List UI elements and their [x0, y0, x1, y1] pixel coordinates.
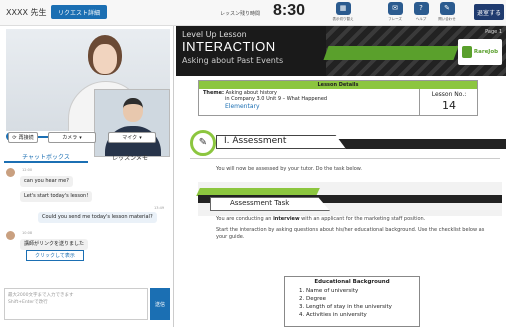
help-button[interactable]: ? ヘルプ — [408, 2, 434, 22]
chat-message: Let's start today's lesson! — [20, 191, 93, 202]
lesson-number: 14 — [442, 99, 456, 112]
phrase-icon: ✉ — [387, 2, 403, 15]
camera-label: カメラ — [62, 135, 78, 141]
lesson-details-header: Lesson Details — [199, 81, 477, 89]
contact-caption: 問い合わせ — [438, 17, 456, 21]
header-green-band — [323, 46, 459, 60]
chevron-down-icon: ▾ — [139, 134, 142, 141]
mic-button[interactable]: マイク ▾ — [108, 132, 156, 143]
self-video — [94, 89, 170, 157]
reconnect-icon: ⟳ — [12, 134, 17, 141]
chat-message: Could you send me today's lesson materia… — [38, 212, 157, 223]
assessment-heading: I. Assessment — [224, 136, 287, 146]
checklist-item: 2. Degree — [299, 296, 327, 302]
chat-message: 講師がリンクを送りました — [20, 239, 89, 250]
task-paragraph-2: Start the interaction by asking question… — [216, 227, 485, 240]
task-text: with an applicant for the marketing staf… — [299, 216, 426, 222]
tab-chatbox[interactable]: チャットボックス — [4, 151, 88, 163]
checklist-item: 1. Name of university — [299, 288, 359, 294]
chat-message: can you hear me? — [20, 176, 73, 187]
chat-input-placeholder-hint: Shift+Enterで改行 — [8, 300, 48, 305]
help-caption: ヘルプ — [415, 17, 427, 21]
avatar — [6, 231, 15, 240]
pencil-icon: ✎ — [190, 130, 216, 156]
remaining-time: 8:30 — [273, 2, 306, 19]
layout-switch-caption: 表示切り替え — [332, 17, 354, 21]
layout-switch-icon: ▦ — [335, 2, 351, 15]
show-link-button[interactable]: クリックして表示 — [26, 250, 84, 261]
divider — [190, 158, 500, 159]
lesson-number-label: Lesson No.: — [431, 91, 467, 98]
camera-button[interactable]: カメラ ▾ — [48, 132, 96, 143]
chat-messages: 12:00 can you hear me? Let's start today… — [4, 166, 172, 286]
material-title: INTERACTION — [182, 39, 276, 54]
self-head — [123, 98, 143, 122]
lesson-material: Level Up Lesson INTERACTION Asking about… — [176, 26, 506, 327]
task-text: You are conducting an — [216, 216, 274, 222]
table-divider — [419, 89, 420, 116]
top-bar: XXXX 先生 リクエスト詳細 レッスン残り時間 8:30 ▦ 表示切り替え ✉… — [0, 0, 506, 26]
message-time: 12:00 — [22, 168, 33, 172]
lesson-theme: Theme: Asking about history in Company 3… — [203, 90, 327, 102]
task-heading: Assessment Task — [230, 199, 290, 207]
logo-text: RareJob — [473, 49, 499, 55]
mic-label: マイク — [122, 135, 138, 141]
reconnect-button[interactable]: ⟳ 再接続 — [8, 132, 38, 143]
phrase-caption: フレーズ — [388, 17, 402, 21]
message-time: 10:08 — [22, 231, 33, 235]
assessment-instruction: You will now be assessed by your tutor. … — [216, 166, 363, 172]
remaining-time-label: レッスン残り時間 — [220, 11, 261, 17]
contact-icon: ✎ — [439, 2, 455, 15]
layout-switch-button[interactable]: ▦ 表示切り替え — [330, 2, 356, 22]
education-checklist: Educational Background 1. Name of univer… — [284, 276, 420, 327]
request-details-button[interactable]: リクエスト詳細 — [51, 5, 107, 19]
task-body: You are conducting an interview with an … — [216, 216, 496, 245]
tutor-face — [93, 44, 117, 74]
theme-company-line: in Company 3.0 Unit 9 – What Happened — [225, 96, 328, 102]
reconnect-label: 再接続 — [18, 135, 34, 141]
level-line: Level Up Lesson — [182, 30, 247, 39]
rarejob-logo: RareJob — [458, 39, 502, 65]
avatar — [6, 168, 15, 177]
logo-mark-icon — [461, 46, 472, 58]
checklist-item: 3. Length of stay in the university — [299, 304, 392, 310]
tutor-name: XXXX 先生 — [6, 8, 47, 17]
chat-input-placeholder: 最大2000文字まで入力できます — [8, 293, 74, 298]
left-panel: ◀ ⟳ 再接続 カメラ ▾ マイク ▾ チャットボックス レッスンメモ 12:0… — [0, 26, 174, 327]
tab-lesson-memo[interactable]: レッスンメモ — [88, 151, 172, 163]
checklist-item: 4. Activities in university — [299, 312, 367, 318]
send-button[interactable]: 送信 — [150, 288, 170, 320]
material-header: Level Up Lesson INTERACTION Asking about… — [176, 26, 506, 76]
exit-button[interactable]: 退室する — [474, 4, 504, 20]
message-time: 13:49 — [154, 206, 165, 210]
chevron-down-icon: ▾ — [79, 134, 82, 141]
phrase-button[interactable]: ✉ フレーズ — [382, 2, 408, 22]
contact-button[interactable]: ✎ 問い合わせ — [434, 2, 460, 22]
lesson-level: Elementary — [225, 103, 260, 110]
chat-input[interactable]: 最大2000文字まで入力できます Shift+Enterで改行 — [4, 288, 148, 320]
page-number: Page 1 — [485, 29, 502, 35]
help-icon: ? — [413, 2, 429, 15]
checklist-title: Educational Background — [314, 279, 390, 285]
material-subtitle: Asking about Past Events — [182, 56, 284, 65]
lesson-details-table: Lesson Details Theme: Asking about histo… — [198, 80, 478, 116]
task-paragraph-1: You are conducting an interview with an … — [216, 216, 496, 223]
task-bold: interview — [273, 216, 300, 222]
